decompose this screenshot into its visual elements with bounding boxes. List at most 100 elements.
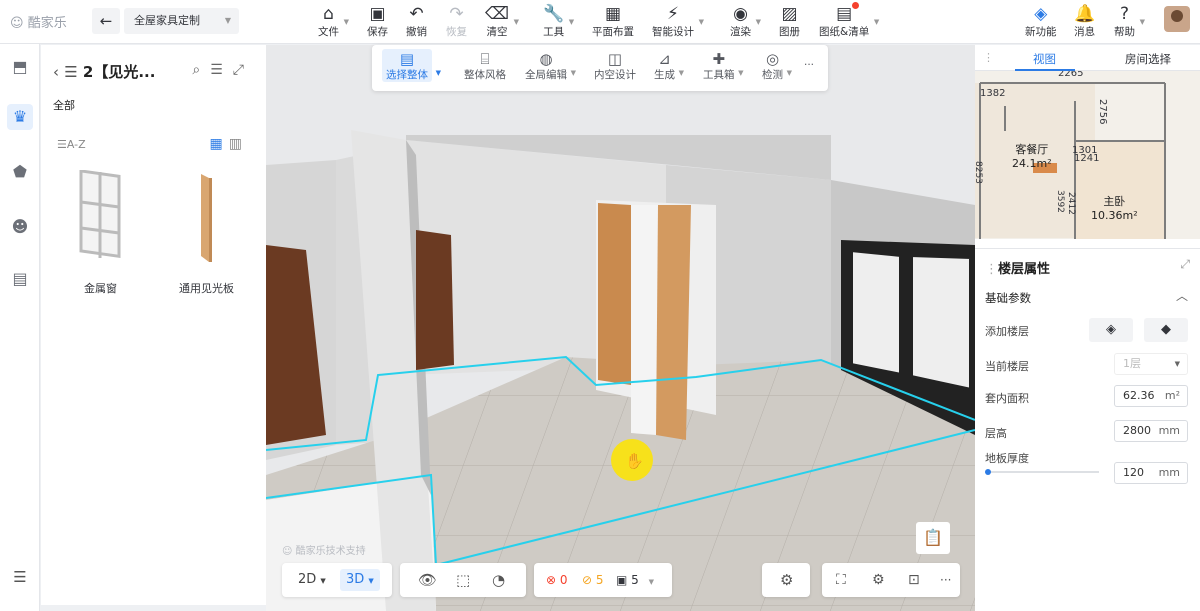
minimap[interactable]: 2265 1382 2756 1301 1241 3592 2412 8253 … <box>975 71 1200 239</box>
notification-dot <box>852 2 859 9</box>
dropdown-caret-icon: ▼ <box>1139 18 1145 26</box>
rail-user-icon[interactable]: ☻ <box>7 214 33 240</box>
global-edit-button[interactable]: ◍ 全局编辑 ▼ <box>525 49 576 82</box>
rail-badge-icon[interactable]: ⬟ <box>7 159 33 185</box>
current-floor-select[interactable]: 1层 ▼ <box>1114 353 1188 375</box>
sort-toggle[interactable]: ☰A-Z <box>57 138 86 151</box>
tab-view[interactable]: 视图 <box>1033 51 1056 67</box>
drawings-button[interactable]: ▤ 图纸&清单 ▼ <box>819 3 879 39</box>
search-icon[interactable]: ⌕ <box>192 62 210 78</box>
inner-area-field[interactable]: 62.36 m² <box>1114 385 1188 407</box>
chevron-down-icon: ▼ <box>1174 360 1180 368</box>
add-floor-above-button[interactable]: ◈ <box>1089 318 1133 342</box>
more-button[interactable]: ··· <box>934 569 957 591</box>
room-label[interactable]: 客餐厅 24.1m² <box>1012 141 1052 170</box>
global-edit-label: 全局编辑 <box>525 69 567 81</box>
list-view-icon[interactable]: ▥ <box>229 136 248 152</box>
smart-design-button[interactable]: ⚡ 智能设计 ▼ <box>652 3 704 39</box>
chevron-up-icon[interactable]: ︿ <box>1176 287 1188 304</box>
generate-button[interactable]: ⊿ 生成 ▼ <box>654 49 684 82</box>
grid-view-icon[interactable]: ▦ <box>210 136 229 152</box>
style-button[interactable]: ⌸ 整体风格 <box>464 49 506 82</box>
album-button[interactable]: ▨ 图册 <box>779 3 800 39</box>
add-floor-below-button[interactable]: ◆ <box>1144 318 1188 342</box>
rail-cabinet-icon[interactable]: ▤ <box>7 266 33 292</box>
panel-title-text: 2【见光... <box>82 63 156 81</box>
dim-label: 1241 <box>1074 153 1100 164</box>
render-button[interactable]: ◉ 渲染 ▼ <box>730 3 761 39</box>
floor-height-field[interactable]: 2800 mm <box>1114 420 1188 442</box>
avatar[interactable] <box>1164 6 1190 32</box>
floor-height-unit: mm <box>1158 424 1180 437</box>
expand-icon[interactable]: ⤢ <box>1180 257 1190 272</box>
slider-handle[interactable] <box>985 469 991 475</box>
cube-icon[interactable]: ⬚ <box>450 569 476 591</box>
clipboard-button[interactable]: 📋 <box>916 522 950 554</box>
filter-icon[interactable]: ☰ <box>210 62 233 78</box>
list-item[interactable]: 通用见光板 <box>159 170 254 296</box>
tab-room-select[interactable]: 房间选择 <box>1125 51 1171 67</box>
redo-button[interactable]: ↷ 恢复 <box>446 3 467 39</box>
slab-thickness-field[interactable]: 120 mm <box>1114 462 1188 484</box>
dropdown-caret-icon: ▼ <box>873 18 880 26</box>
undo-button[interactable]: ↶ 撤销 <box>406 3 427 39</box>
detect-label: 检测 <box>762 69 783 81</box>
rail-crown-icon[interactable]: ♛ <box>7 104 33 130</box>
left-rail: ⬒ ♛ ⬟ ☻ ▤ <box>0 44 40 611</box>
dropdown-caret-icon: ▼ <box>755 18 761 26</box>
drag-handle-icon[interactable]: ⋮ <box>985 262 998 277</box>
view-mode-bar: 2D ▼ 3D ▼ <box>282 563 392 597</box>
slab-thickness-slider[interactable] <box>985 469 1099 475</box>
camera-view-icon[interactable]: ⛶ <box>830 569 852 591</box>
floor-plan-button[interactable]: ▦ 平面布置 <box>592 3 634 39</box>
list-item[interactable]: 金属窗 <box>53 169 148 296</box>
camera-settings-icon[interactable]: ⚙ <box>866 569 891 591</box>
toolbox-button[interactable]: ✚ 工具箱 ▼ <box>703 49 744 82</box>
more-button[interactable]: ··· <box>804 59 814 72</box>
clear-button[interactable]: ⌫ 清空 ▼ <box>485 3 519 39</box>
project-selector[interactable]: 全屋家具定制 ▼ <box>124 8 239 34</box>
inner-area-unit: m² <box>1164 389 1180 402</box>
dim-label: 2412 <box>1066 192 1076 215</box>
help-button[interactable]: ? 帮助 ▼ <box>1114 3 1145 39</box>
messages-label: 消息 <box>1074 26 1096 38</box>
tools-button[interactable]: 🔧 工具 ▼ <box>543 3 574 39</box>
props-title-text: 楼层属性 <box>998 262 1051 277</box>
drag-handle-icon[interactable]: ⋮ <box>983 51 994 64</box>
clipboard-icon: 📋 <box>923 528 943 547</box>
section-title[interactable]: 基础参数 <box>985 290 1031 306</box>
fit-view-icon[interactable]: ⊡ <box>902 569 926 591</box>
status-bar[interactable]: ⊗ 0 ⊘ 5 ▣ 5 ▼ <box>534 563 672 597</box>
slab-thickness-label: 地板厚度 <box>985 452 1029 465</box>
save-button[interactable]: ▣ 保存 <box>367 3 388 39</box>
mode-2d-button[interactable]: 2D ▼ <box>292 569 332 591</box>
toggle-icon[interactable]: ⚙ <box>774 569 799 591</box>
eye-icon[interactable]: 👁 <box>412 569 443 591</box>
panel-toggle-icon[interactable]: ☰ <box>8 565 32 589</box>
help-icon: ? <box>1119 4 1130 24</box>
select-whole-button[interactable]: ▤ 选择整体 ▼ <box>382 49 441 82</box>
back-chevron-icon[interactable]: ‹ <box>53 63 59 81</box>
project-name: 全屋家具定制 <box>134 14 200 27</box>
messages-button[interactable]: 🔔 消息 <box>1074 3 1095 39</box>
dim-label: 2756 <box>1097 99 1108 125</box>
mode-3d-button[interactable]: 3D ▼ <box>340 569 380 591</box>
watermark: ☺ 酷家乐技术支持 <box>282 542 366 557</box>
detect-button[interactable]: ◎ 检测 ▼ <box>762 49 792 82</box>
category-all[interactable]: 全部 <box>53 97 75 113</box>
file-button[interactable]: ⌂ 文件 ▼ <box>318 3 349 39</box>
rail-layout-icon[interactable]: ⬒ <box>7 54 33 80</box>
render-label: 渲染 <box>730 26 751 38</box>
gauge-icon[interactable]: ◔ <box>486 569 511 591</box>
undo-icon: ↶ <box>409 4 424 24</box>
room-label[interactable]: 主卧 10.36m² <box>1091 193 1138 222</box>
3d-viewport[interactable]: ✋ ☺ 酷家乐技术支持 📋 <box>266 45 975 611</box>
expand-icon[interactable]: ⤢ <box>233 62 254 78</box>
dropdown-caret-icon: ▼ <box>570 69 576 77</box>
watermark-text: 酷家乐技术支持 <box>295 546 366 557</box>
sort-label: A-Z <box>66 138 86 151</box>
inner-design-button[interactable]: ◫ 内空设计 <box>594 49 636 82</box>
dropdown-caret-icon: ▼ <box>698 18 704 26</box>
new-feature-button[interactable]: ◈ 新功能 <box>1025 3 1057 39</box>
back-button[interactable]: ← <box>92 8 120 34</box>
